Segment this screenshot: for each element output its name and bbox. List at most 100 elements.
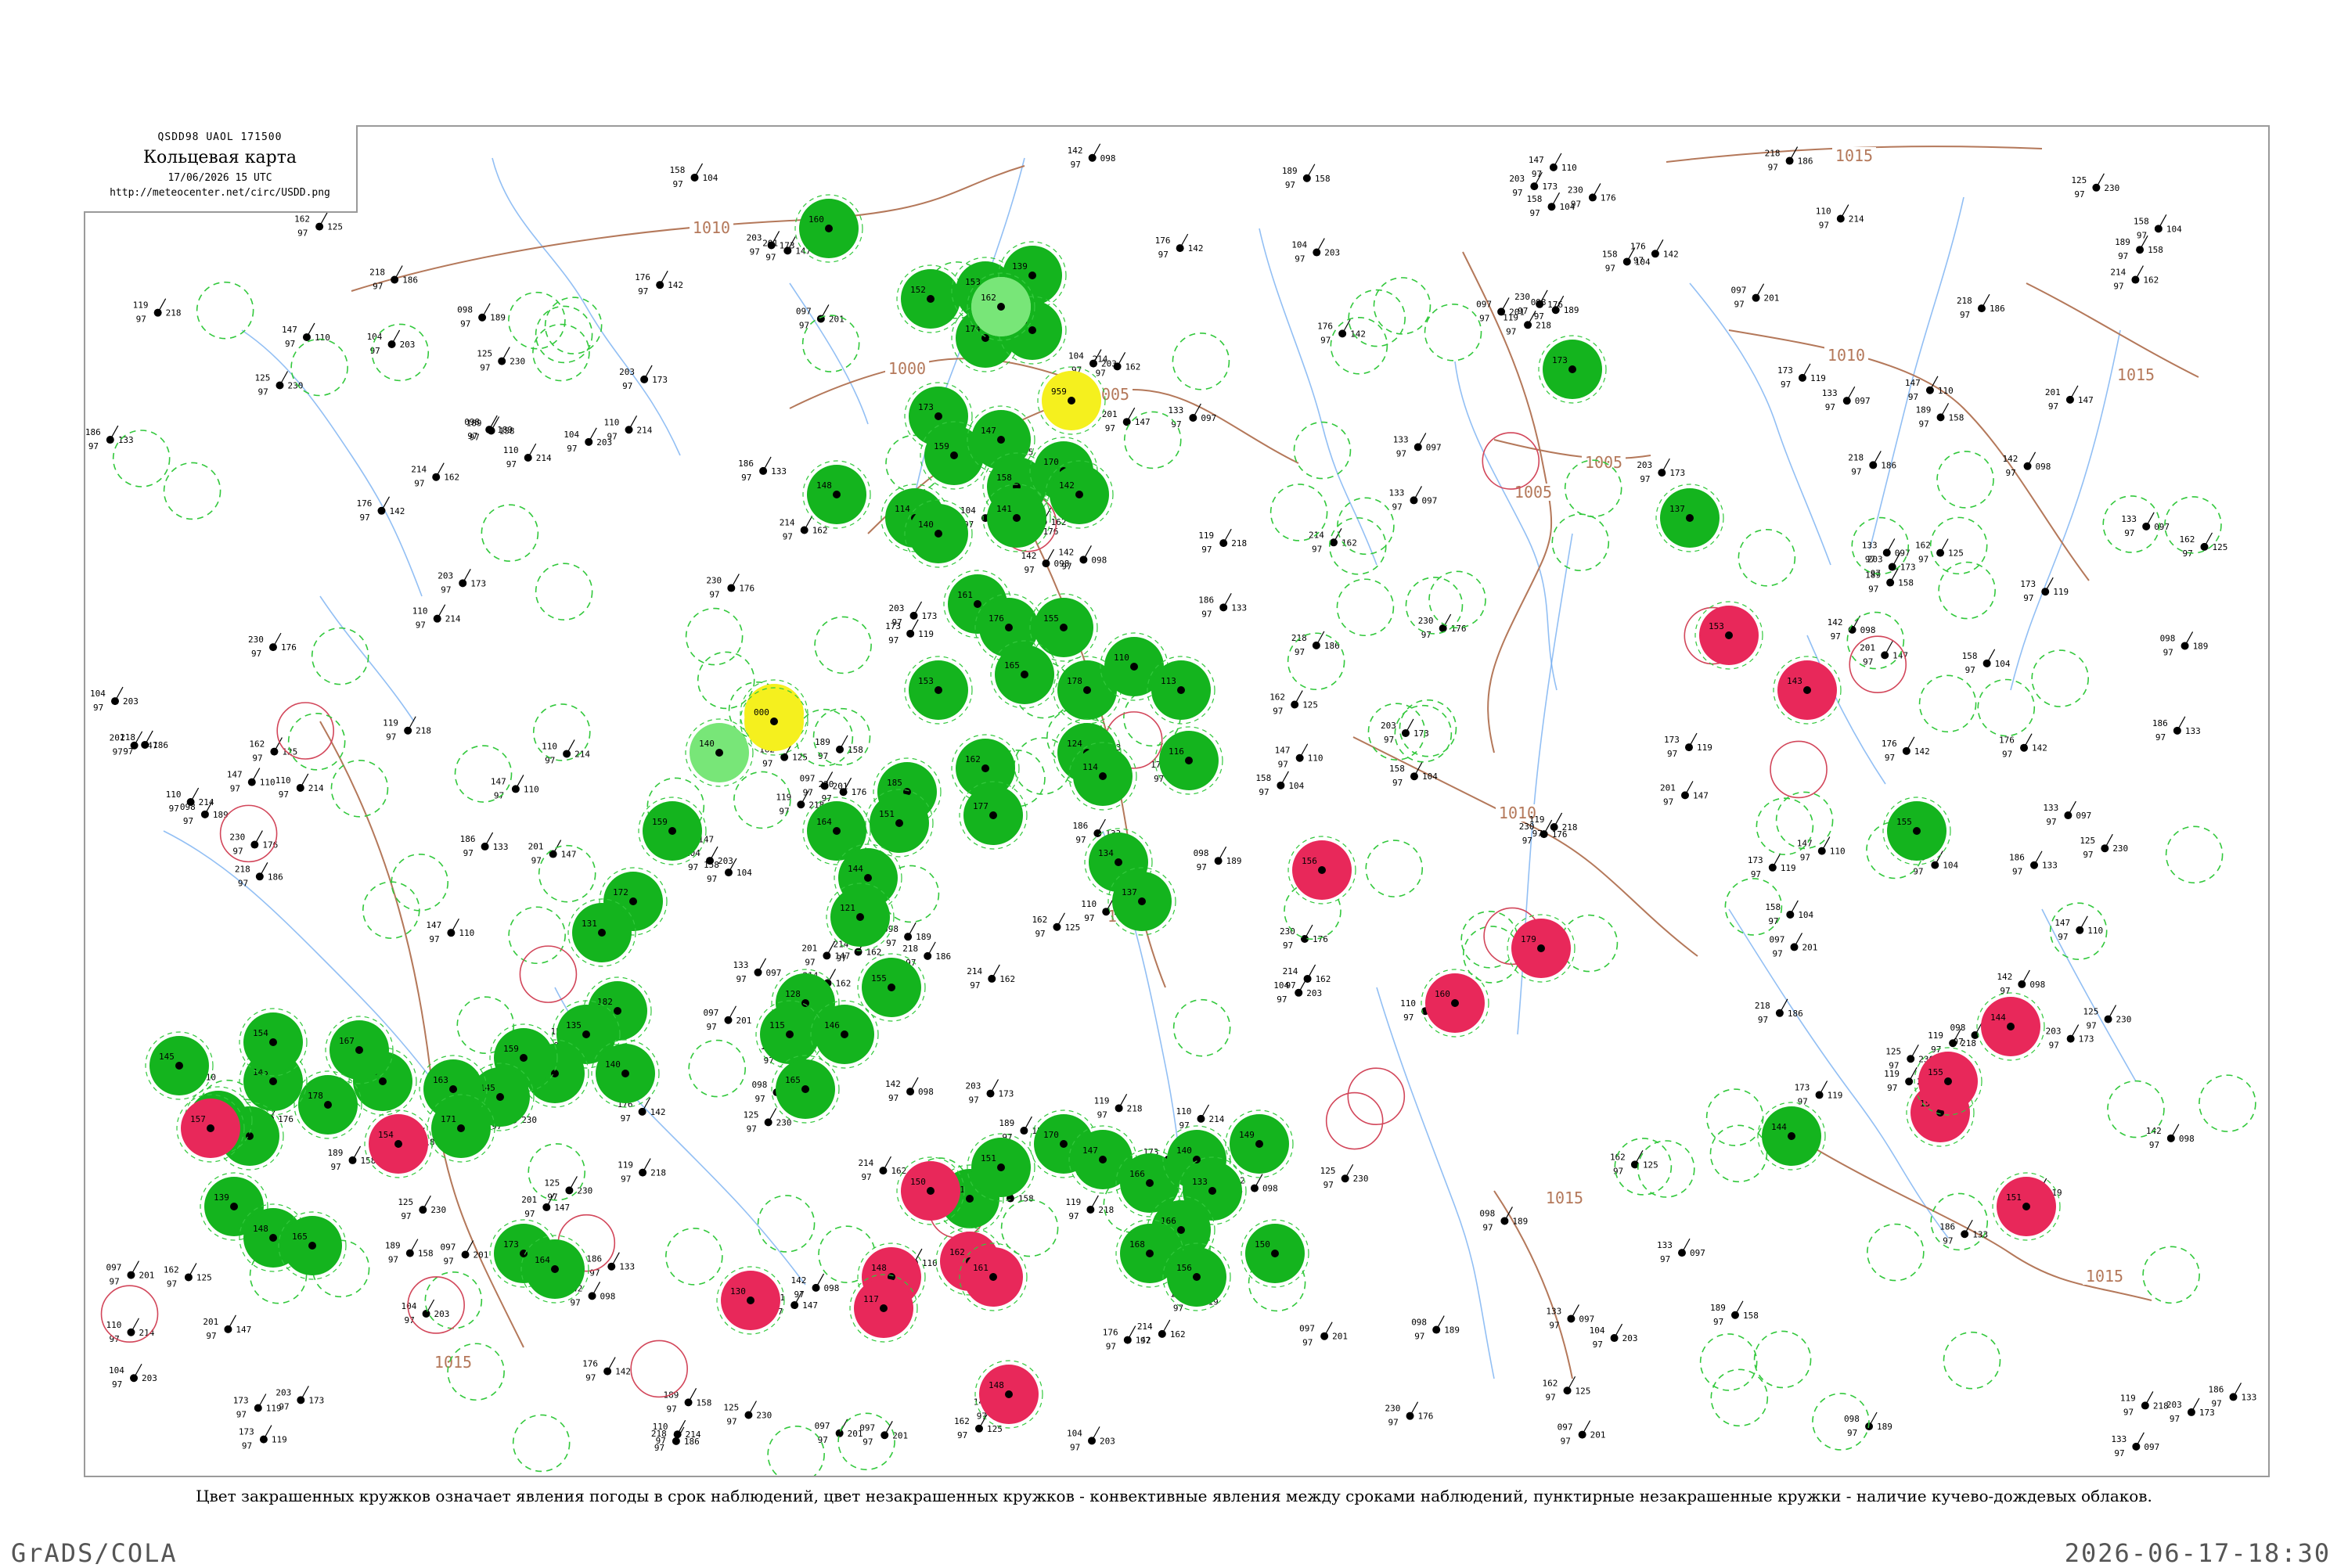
svg-text:142: 142 xyxy=(885,1079,901,1089)
svg-text:230: 230 xyxy=(1514,292,1530,302)
map-url-link[interactable]: http://meteocenter.net/circ/USDD.png xyxy=(84,187,356,199)
svg-text:142: 142 xyxy=(2003,454,2018,464)
svg-text:230: 230 xyxy=(1418,616,1434,626)
svg-text:201: 201 xyxy=(139,1271,154,1281)
yellow-station: 000 xyxy=(740,687,808,756)
svg-text:230: 230 xyxy=(1568,185,1583,195)
svg-text:125: 125 xyxy=(2080,836,2095,846)
station-value: 150 xyxy=(1255,1239,1270,1250)
station-plot: 097 97 201 xyxy=(1770,933,1817,958)
svg-text:162: 162 xyxy=(999,974,1015,984)
svg-text:098: 098 xyxy=(1479,1208,1495,1218)
svg-text:125: 125 xyxy=(398,1197,413,1207)
svg-text:098: 098 xyxy=(2160,633,2176,643)
svg-text:218: 218 xyxy=(166,308,182,318)
station-value: 161 xyxy=(973,1263,989,1273)
svg-text:97: 97 xyxy=(1286,980,1296,991)
svg-text:119: 119 xyxy=(1198,530,1214,541)
station-plot: 147 97 110 xyxy=(1275,743,1323,770)
light-green-station: 162 xyxy=(967,272,1035,341)
bulletin-code: QSDD98 UAOL 171500 xyxy=(157,131,283,143)
station-plot: 142 97 098 xyxy=(791,1273,839,1300)
station-plot: 23097176 xyxy=(229,830,278,857)
svg-text:097: 097 xyxy=(1558,1422,1573,1433)
svg-text:203: 203 xyxy=(747,232,762,243)
svg-text:203: 203 xyxy=(1100,1436,1115,1446)
svg-text:201: 201 xyxy=(203,1317,218,1327)
cumulonimbus-ring xyxy=(1172,998,1231,1057)
cumulonimbus-ring xyxy=(2199,1074,2256,1132)
svg-text:158: 158 xyxy=(2148,245,2163,255)
svg-text:203: 203 xyxy=(1637,460,1652,470)
svg-text:97: 97 xyxy=(747,1124,757,1134)
svg-text:176: 176 xyxy=(635,272,650,282)
svg-text:173: 173 xyxy=(652,375,668,385)
svg-text:214: 214 xyxy=(1283,966,1298,976)
station-plot: 13397097 xyxy=(1168,403,1216,430)
svg-text:097: 097 xyxy=(2144,1442,2159,1452)
map-caption: Цвет закрашенных кружков означает явлени… xyxy=(196,1487,2152,1505)
station-plot: 098 97 189 xyxy=(1411,1315,1460,1342)
svg-text:098: 098 xyxy=(2029,980,2045,990)
svg-text:97: 97 xyxy=(2155,732,2166,743)
cumulonimbus-ring xyxy=(1705,1088,1764,1146)
svg-text:142: 142 xyxy=(1828,617,1843,628)
station-plot: 189 97 158 xyxy=(1282,164,1331,190)
svg-text:189: 189 xyxy=(2115,237,2130,247)
svg-text:203: 203 xyxy=(434,1309,450,1319)
green-station: 160 xyxy=(794,194,863,263)
svg-text:097: 097 xyxy=(1476,299,1492,309)
svg-text:97: 97 xyxy=(1800,853,1810,863)
svg-text:173: 173 xyxy=(885,621,901,631)
station-value: 144 xyxy=(848,864,863,874)
station-value: 144 xyxy=(1771,1122,1787,1132)
svg-text:110: 110 xyxy=(412,606,428,617)
svg-text:133: 133 xyxy=(1657,1240,1673,1250)
station-plot: 18697133 xyxy=(2208,1383,2256,1408)
station-value: 152 xyxy=(910,285,926,295)
cumulonimbus-ring xyxy=(1936,451,1994,509)
svg-text:97: 97 xyxy=(2149,1140,2159,1150)
svg-text:162: 162 xyxy=(1032,915,1047,925)
svg-text:176: 176 xyxy=(278,1114,294,1124)
station-value: 172 xyxy=(613,887,628,897)
svg-text:104: 104 xyxy=(2166,224,2182,234)
svg-text:97: 97 xyxy=(1960,310,1970,320)
svg-text:173: 173 xyxy=(1669,468,1685,478)
svg-text:133: 133 xyxy=(2042,861,2058,871)
svg-text:230: 230 xyxy=(248,635,264,645)
station-plot: 147 97 110 xyxy=(491,775,539,800)
svg-text:147: 147 xyxy=(491,776,506,786)
green-station: 171 xyxy=(427,1094,495,1163)
svg-text:186: 186 xyxy=(935,951,951,962)
station-value: 173 xyxy=(503,1239,519,1250)
svg-text:162: 162 xyxy=(836,978,852,988)
cumulonimbus-ring xyxy=(330,759,389,818)
svg-text:097: 097 xyxy=(1579,1314,1594,1324)
station-value: 116 xyxy=(1169,746,1184,757)
svg-text:142: 142 xyxy=(1058,547,1074,557)
svg-text:97: 97 xyxy=(1084,913,1094,923)
svg-text:133: 133 xyxy=(619,1262,635,1272)
svg-text:218: 218 xyxy=(650,1168,666,1178)
svg-text:97: 97 xyxy=(1965,665,1975,675)
svg-text:97: 97 xyxy=(230,784,240,794)
svg-text:201: 201 xyxy=(1590,1430,1606,1440)
svg-text:97: 97 xyxy=(977,1412,987,1422)
green-station: 155 xyxy=(857,953,926,1022)
station-plot: 147 97 110 xyxy=(2054,915,2103,942)
svg-text:104: 104 xyxy=(960,505,976,516)
green-station: 167 xyxy=(325,1016,394,1084)
svg-text:189: 189 xyxy=(2193,641,2209,651)
svg-text:189: 189 xyxy=(916,932,931,942)
svg-text:214: 214 xyxy=(1137,1322,1153,1332)
svg-text:125: 125 xyxy=(2083,1007,2099,1017)
convective-ring xyxy=(519,945,578,1003)
svg-text:97: 97 xyxy=(373,281,383,291)
svg-text:104: 104 xyxy=(402,1301,417,1311)
svg-text:097: 097 xyxy=(1690,1248,1705,1258)
svg-text:97: 97 xyxy=(1201,545,1212,555)
svg-text:133: 133 xyxy=(1168,405,1183,415)
svg-text:97: 97 xyxy=(441,584,451,595)
station-value: 142 xyxy=(1059,480,1075,491)
